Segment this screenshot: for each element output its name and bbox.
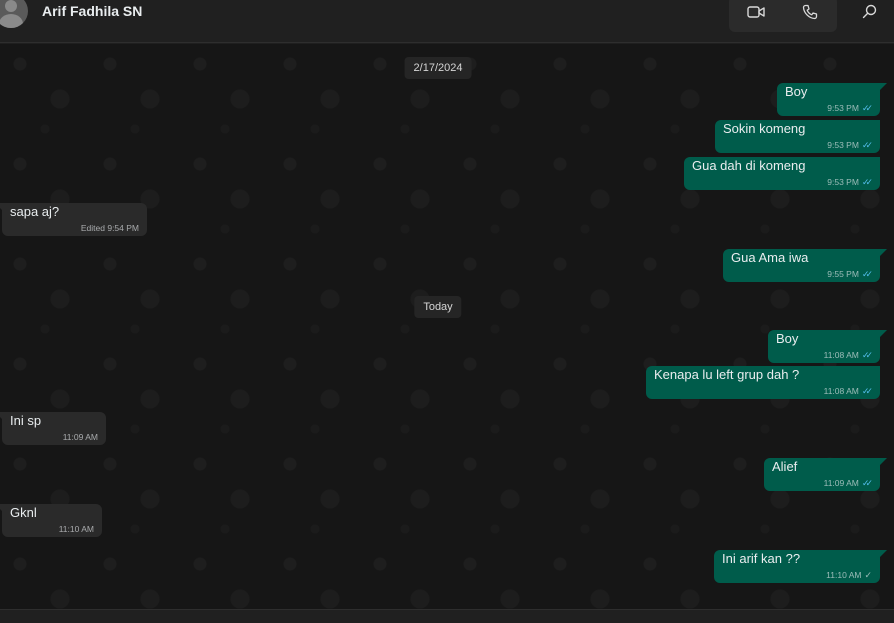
message-text: Ini sp	[10, 413, 42, 428]
voice-call-button[interactable]	[783, 0, 837, 32]
message-list[interactable]: 2/17/2024 Boy 9:53 PM ✓✓ Sokin komeng 9:…	[0, 44, 894, 609]
message-meta: Edited 9:54 PM	[81, 223, 139, 233]
double-check-icon: ✓✓	[861, 103, 873, 113]
avatar-body-shape	[0, 14, 23, 28]
message-time: 11:10 AM	[58, 524, 94, 534]
message-time: Edited 9:54 PM	[80, 223, 139, 233]
video-call-button[interactable]	[729, 0, 783, 32]
message-meta: 9:53 PM ✓✓	[827, 103, 873, 113]
message-bubble-outgoing[interactable]: Alief 11:09 AM ✓✓	[764, 458, 887, 491]
single-check-icon: ✓	[864, 570, 872, 580]
message-bubble-outgoing[interactable]: Gua dah di komeng 9:53 PM ✓✓	[684, 157, 880, 190]
bubble-tail	[879, 249, 887, 257]
bubble-tail	[879, 458, 887, 466]
bubble-tail	[0, 203, 3, 211]
phone-icon	[802, 4, 818, 25]
message-bubble-outgoing[interactable]: Gua Ama iwa 9:55 PM ✓✓	[723, 249, 887, 282]
message-meta: 9:55 PM ✓✓	[827, 269, 873, 279]
message-text: Kenapa lu left grup dah ?	[654, 367, 800, 382]
message-meta: 11:08 AM ✓✓	[823, 350, 873, 360]
double-check-icon: ✓✓	[861, 269, 873, 279]
message-time: 9:55 PM	[827, 269, 859, 279]
message-time: 9:53 PM	[827, 177, 859, 187]
search-icon	[862, 4, 877, 24]
avatar-head-shape	[5, 0, 17, 12]
date-separator: Today	[414, 296, 462, 318]
message-text: Boy	[776, 331, 799, 346]
message-bubble-outgoing[interactable]: Ini arif kan ?? 11:10 AM ✓	[714, 550, 887, 583]
message-text: Gua Ama iwa	[731, 250, 809, 265]
call-button-group	[729, 0, 837, 32]
message-time: 9:53 PM	[827, 103, 859, 113]
message-meta: 11:08 AM ✓✓	[823, 386, 873, 396]
message-meta: 11:09 AM	[63, 432, 98, 442]
contact-name[interactable]: Arif Fadhila SN	[42, 3, 142, 19]
message-text: Gknl	[10, 505, 37, 520]
date-separator: 2/17/2024	[404, 57, 472, 79]
message-bubble-incoming[interactable]: Gknl 11:10 AM	[0, 504, 102, 537]
video-camera-icon	[747, 5, 765, 24]
double-check-icon: ✓✓	[861, 177, 873, 187]
message-time: 9:53 PM	[827, 140, 859, 150]
bubble-tail	[0, 504, 3, 512]
chat-header: Arif Fadhila SN	[0, 0, 894, 43]
message-meta: 11:09 AM ✓✓	[823, 478, 873, 488]
double-check-icon: ✓✓	[861, 386, 873, 396]
message-text: Alief	[772, 459, 798, 474]
contact-avatar[interactable]	[0, 0, 28, 28]
message-meta: 9:53 PM ✓✓	[827, 177, 873, 187]
message-meta: 9:53 PM ✓✓	[827, 140, 873, 150]
message-time: 11:09 AM	[62, 432, 98, 442]
message-time: 11:10 AM	[826, 570, 862, 580]
message-bubble-outgoing[interactable]: Kenapa lu left grup dah ? 11:08 AM ✓✓	[646, 366, 880, 399]
double-check-icon: ✓✓	[861, 478, 873, 488]
message-meta: 11:10 AM ✓	[826, 570, 872, 580]
message-text: Sokin komeng	[723, 121, 806, 136]
message-time: 11:09 AM	[823, 478, 859, 488]
message-text: Gua dah di komeng	[692, 158, 806, 173]
search-button[interactable]	[854, 0, 884, 32]
message-text: Ini arif kan ??	[722, 551, 801, 566]
message-bubble-incoming[interactable]: Ini sp 11:09 AM	[0, 412, 106, 445]
double-check-icon: ✓✓	[861, 140, 873, 150]
message-time: 11:08 AM	[823, 350, 859, 360]
double-check-icon: ✓✓	[861, 350, 873, 360]
bubble-tail	[0, 412, 3, 420]
bubble-tail	[879, 83, 887, 91]
bubble-tail	[879, 330, 887, 338]
message-text: sapa aj?	[10, 204, 60, 219]
message-text: Boy	[785, 84, 808, 99]
message-meta: 11:10 AM	[59, 524, 94, 534]
bubble-tail	[879, 550, 887, 558]
message-bubble-incoming[interactable]: sapa aj? Edited 9:54 PM	[0, 203, 147, 236]
compose-bar[interactable]	[0, 609, 894, 623]
message-time: 11:08 AM	[823, 386, 859, 396]
